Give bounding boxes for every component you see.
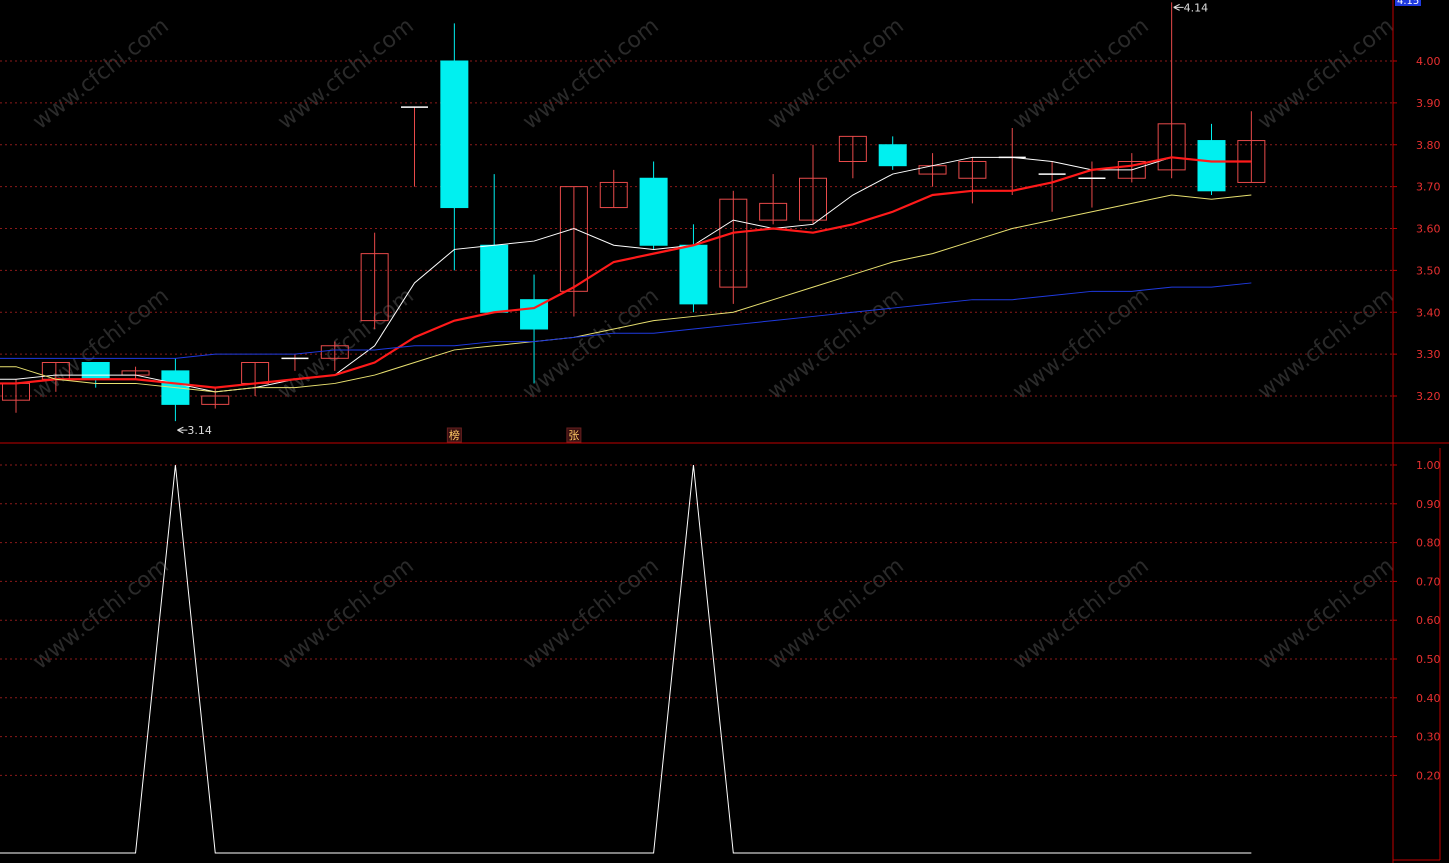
annotation-label: 4.14 bbox=[1184, 1, 1209, 14]
indicator-tick-label: 0.80 bbox=[1416, 537, 1441, 550]
indicator-tick-label: 0.60 bbox=[1416, 614, 1441, 627]
price-tick-label: 3.20 bbox=[1416, 390, 1441, 403]
indicator-tick-label: 0.90 bbox=[1416, 498, 1441, 511]
candle-body bbox=[639, 177, 668, 246]
indicator-tick-label: 0.30 bbox=[1416, 731, 1441, 744]
marker-label: 张 bbox=[568, 429, 579, 442]
price-tick-label: 3.30 bbox=[1416, 348, 1441, 361]
candle-body bbox=[1197, 140, 1226, 192]
price-tick-label: 3.90 bbox=[1416, 97, 1441, 110]
candle-body bbox=[440, 60, 469, 209]
annotation-label: 3.14 bbox=[187, 424, 212, 437]
price-tick-label: 3.70 bbox=[1416, 181, 1441, 194]
candle-body bbox=[878, 144, 907, 167]
indicator-tick-label: 0.20 bbox=[1416, 769, 1441, 782]
marker-label: 榜 bbox=[449, 428, 460, 442]
price-tick-label: 3.50 bbox=[1416, 264, 1441, 277]
candle-body bbox=[81, 362, 110, 380]
chart-background bbox=[0, 0, 1449, 863]
price-tick-label: 3.60 bbox=[1416, 223, 1441, 236]
price-tick-label: 4.00 bbox=[1416, 55, 1441, 68]
indicator-tick-label: 0.50 bbox=[1416, 653, 1441, 666]
price-tick-label: 3.40 bbox=[1416, 306, 1441, 319]
indicator-tick-label: 0.70 bbox=[1416, 575, 1441, 588]
candle-body bbox=[679, 244, 708, 305]
current-price-label: 4.15 bbox=[1397, 0, 1419, 7]
price-tick-label: 3.80 bbox=[1416, 139, 1441, 152]
candle-body bbox=[480, 244, 509, 313]
indicator-tick-label: 1.00 bbox=[1416, 459, 1441, 472]
indicator-tick-label: 0.40 bbox=[1416, 692, 1441, 705]
stock-chart: www.cfchi.com www.cfchi.com www.cfchi.com w… bbox=[0, 0, 1449, 863]
